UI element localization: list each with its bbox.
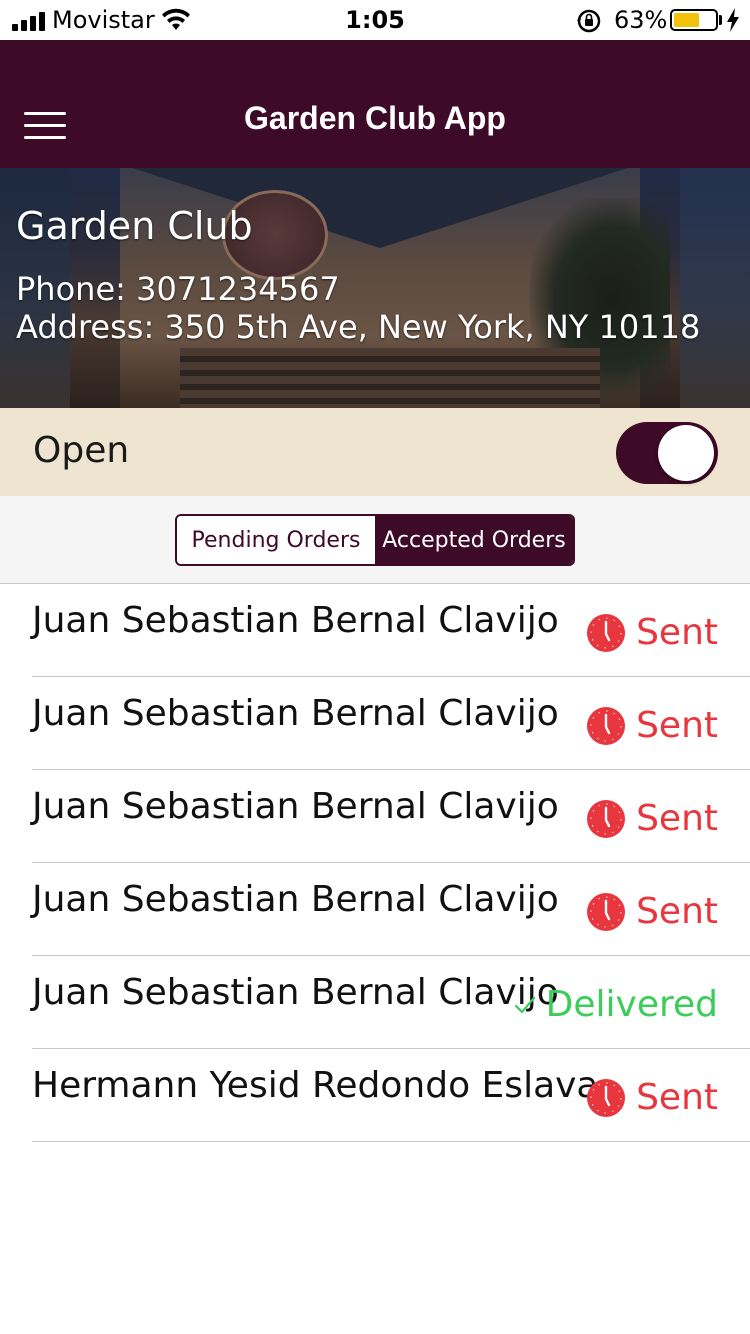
- order-row[interactable]: Juan Sebastian Bernal Clavijo Sent: [0, 863, 750, 956]
- venue-address: Address: 350 5th Ave, New York, NY 10118: [16, 308, 701, 346]
- clock-icon: [587, 892, 626, 931]
- page-title: Garden Club App: [244, 100, 506, 136]
- orders-segmented-control: Pending Orders Accepted Orders: [175, 514, 575, 566]
- order-status-label: Sent: [636, 705, 718, 746]
- order-customer-name: Juan Sebastian Bernal Clavijo: [32, 693, 559, 734]
- order-customer-name: Juan Sebastian Bernal Clavijo: [32, 879, 559, 920]
- order-customer-name: Juan Sebastian Bernal Clavijo: [32, 972, 559, 1013]
- battery-percent: 63%: [614, 6, 668, 34]
- hero-stairs: [180, 348, 600, 408]
- clock-icon: [587, 799, 626, 838]
- open-status-row: Open: [0, 408, 750, 496]
- order-status-label: Sent: [636, 612, 718, 653]
- order-status: Delivered: [514, 984, 718, 1025]
- charging-bolt-icon: [727, 8, 739, 32]
- tab-accepted-orders[interactable]: Accepted Orders: [375, 516, 573, 564]
- venue-name: Garden Club: [16, 204, 253, 248]
- order-customer-name: Juan Sebastian Bernal Clavijo: [32, 786, 559, 827]
- order-status-label: Delivered: [545, 984, 718, 1025]
- order-status: Sent: [586, 1077, 718, 1118]
- venue-phone: Phone: 3071234567: [16, 270, 340, 308]
- hero-background-right: [680, 168, 750, 408]
- order-status-label: Sent: [636, 798, 718, 839]
- order-status-label: Sent: [636, 891, 718, 932]
- order-row[interactable]: Juan Sebastian Bernal Clavijo Delivered: [0, 956, 750, 1049]
- clock-icon: [587, 1078, 626, 1117]
- app-screen: Movistar 1:05 63% Garden Club App Garden…: [0, 0, 750, 1334]
- clock-icon: [587, 706, 626, 745]
- order-status: Sent: [586, 891, 718, 932]
- toggle-knob: [658, 425, 714, 481]
- order-row[interactable]: Hermann Yesid Redondo Eslava Sent: [0, 1049, 750, 1142]
- navigation-bar: Garden Club App: [0, 40, 750, 168]
- order-row[interactable]: Juan Sebastian Bernal Clavijo Sent: [0, 677, 750, 770]
- open-status-label: Open: [33, 430, 130, 471]
- order-row[interactable]: Juan Sebastian Bernal Clavijo Sent: [0, 770, 750, 863]
- order-status-label: Sent: [636, 1077, 718, 1118]
- order-customer-name: Juan Sebastian Bernal Clavijo: [32, 600, 559, 641]
- rotation-lock-icon: [577, 9, 601, 33]
- open-status-toggle[interactable]: [616, 422, 718, 484]
- orders-tab-bar: Pending Orders Accepted Orders: [0, 496, 750, 584]
- order-status: Sent: [586, 705, 718, 746]
- status-bar: Movistar 1:05 63%: [0, 0, 750, 40]
- venue-header-image: Garden Club Phone: 3071234567 Address: 3…: [0, 168, 750, 408]
- battery-icon: [670, 9, 718, 31]
- checkmark-icon: [514, 996, 535, 1013]
- order-status: Sent: [586, 612, 718, 653]
- battery-level-fill: [674, 13, 699, 27]
- order-list: Juan Sebastian Bernal Clavijo Sent Juan …: [0, 584, 750, 1142]
- clock-icon: [587, 613, 626, 652]
- order-customer-name: Hermann Yesid Redondo Eslava: [32, 1065, 599, 1106]
- tab-pending-orders[interactable]: Pending Orders: [177, 516, 375, 564]
- battery-terminal: [719, 15, 722, 25]
- order-status: Sent: [586, 798, 718, 839]
- order-row[interactable]: Juan Sebastian Bernal Clavijo Sent: [0, 584, 750, 677]
